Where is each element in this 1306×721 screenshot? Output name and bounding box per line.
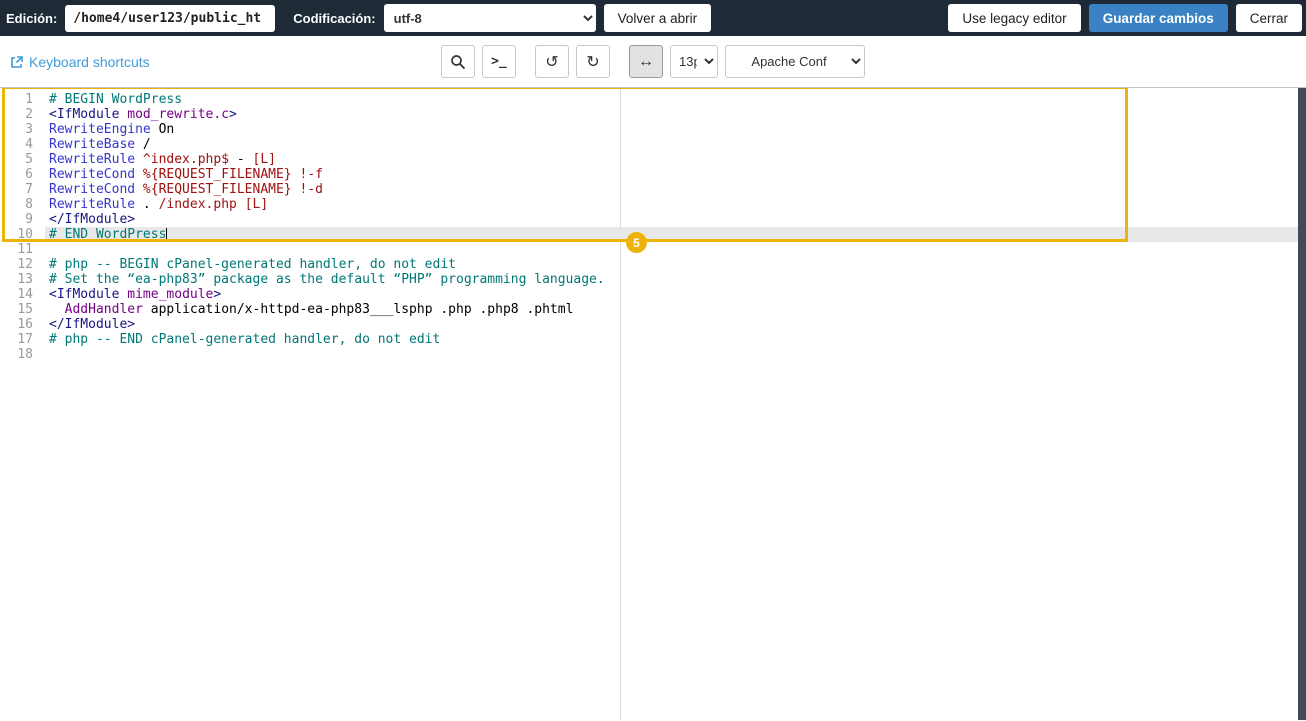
line-code: <IfModule mime_module> <box>49 287 222 302</box>
close-button[interactable]: Cerrar <box>1235 4 1302 32</box>
terminal-button[interactable]: >_ <box>482 45 516 78</box>
editor-line[interactable]: 6 RewriteCond %{REQUEST_FILENAME} !-f <box>0 167 1306 182</box>
line-code: RewriteCond %{REQUEST_FILENAME} !-d <box>49 182 323 197</box>
line-number: 3 <box>25 122 33 137</box>
editor-line[interactable]: 17 # php -- END cPanel-generated handler,… <box>0 332 1306 347</box>
editor-line[interactable]: 12 # php -- BEGIN cPanel-generated handle… <box>0 257 1306 272</box>
editor-line[interactable]: 9 </IfModule> <box>0 212 1306 227</box>
line-code: AddHandler application/x-httpd-ea-php83_… <box>64 302 574 317</box>
line-number: 16 <box>17 317 33 332</box>
search-button[interactable] <box>441 45 475 78</box>
line-number: 14 <box>17 287 33 302</box>
encoding-label: Codificación: <box>293 10 376 26</box>
editor-line[interactable]: 8 RewriteRule . /index.php [L] <box>0 197 1306 212</box>
encoding-select[interactable]: utf-8 <box>383 4 596 32</box>
word-wrap-button[interactable]: ↔ <box>629 45 663 78</box>
editor-line[interactable]: 2 <IfModule mod_rewrite.c> <box>0 107 1306 122</box>
line-code: # php -- END cPanel-generated handler, d… <box>49 332 441 347</box>
editor-line[interactable]: 4 RewriteBase / <box>0 137 1306 152</box>
line-number: 5 <box>25 152 33 167</box>
editor-line[interactable]: 13 # Set the “ea-php83” package as the de… <box>0 272 1306 287</box>
editor-scrollbar[interactable] <box>1298 88 1306 720</box>
line-code: <IfModule mod_rewrite.c> <box>49 107 237 122</box>
line-code: RewriteEngine On <box>49 122 175 137</box>
line-code: RewriteRule . /index.php [L] <box>49 197 269 212</box>
line-code: # php -- BEGIN cPanel-generated handler,… <box>49 257 456 272</box>
line-code: RewriteRule ^index.php$ - [L] <box>49 152 276 167</box>
line-number: 8 <box>25 197 33 212</box>
line-number: 15 <box>17 302 33 317</box>
top-header-bar: Edición: Codificación: utf-8 Volver a ab… <box>0 0 1306 36</box>
editor-lines: 1 # BEGIN WordPress 2 <IfModule mod_rewrite… <box>0 88 1306 362</box>
line-code <box>45 347 1298 362</box>
line-number: 9 <box>25 212 33 227</box>
search-icon <box>451 54 466 69</box>
line-code: RewriteCond %{REQUEST_FILENAME} !-f <box>49 167 323 182</box>
line-code: # END WordPress <box>45 227 1298 242</box>
keyboard-shortcuts-link[interactable]: Keyboard shortcuts <box>10 36 150 87</box>
line-code: </IfModule> <box>49 212 136 227</box>
editor-line[interactable]: 18 <box>0 347 1306 362</box>
edit-label: Edición: <box>6 10 58 26</box>
line-number: 12 <box>17 257 33 272</box>
editor-line[interactable]: 10 # END WordPress <box>0 227 1306 242</box>
editor-line[interactable]: 16 </IfModule> <box>0 317 1306 332</box>
font-size-select[interactable]: 13px <box>670 45 718 78</box>
file-path-input[interactable] <box>65 4 276 32</box>
line-number: 6 <box>25 167 33 182</box>
terminal-icon: >_ <box>491 54 507 69</box>
editor-line[interactable]: 3 RewriteEngine On <box>0 122 1306 137</box>
line-number: 17 <box>17 332 33 347</box>
annotation-badge: 5 <box>626 232 647 253</box>
editor-line[interactable]: 11 <box>0 242 1306 257</box>
line-number: 10 <box>17 227 33 242</box>
editor-line[interactable]: 15 AddHandler application/x-httpd-ea-php… <box>0 302 1306 317</box>
editor-line[interactable]: 1 # BEGIN WordPress <box>0 92 1306 107</box>
line-code <box>45 242 1298 257</box>
line-number: 2 <box>25 107 33 122</box>
line-number: 18 <box>17 347 33 362</box>
editor-line[interactable]: 7 RewriteCond %{REQUEST_FILENAME} !-d <box>0 182 1306 197</box>
reopen-button[interactable]: Volver a abrir <box>603 4 712 32</box>
line-number: 11 <box>17 242 33 257</box>
line-number: 1 <box>25 92 33 107</box>
editor-toolbar: Keyboard shortcuts >_ ↺ ↻ ↔ 13px Apache … <box>0 36 1306 88</box>
toolbar-controls: >_ ↺ ↻ ↔ 13px Apache Conf <box>441 45 865 78</box>
syntax-select[interactable]: Apache Conf <box>725 45 865 78</box>
editor-line[interactable]: 5 RewriteRule ^index.php$ - [L] <box>0 152 1306 167</box>
undo-button[interactable]: ↺ <box>535 45 569 78</box>
line-code: RewriteBase / <box>49 137 151 152</box>
text-cursor <box>166 228 168 240</box>
save-button[interactable]: Guardar cambios <box>1088 4 1228 32</box>
line-code: </IfModule> <box>49 317 136 332</box>
legacy-editor-button[interactable]: Use legacy editor <box>948 4 1081 32</box>
line-code: # Set the “ea-php83” package as the defa… <box>49 272 605 287</box>
line-number: 4 <box>25 137 33 152</box>
code-editor[interactable]: 1 # BEGIN WordPress 2 <IfModule mod_rewrite… <box>0 88 1306 720</box>
line-code: # BEGIN WordPress <box>49 92 183 107</box>
redo-icon: ↻ <box>586 53 600 71</box>
redo-button[interactable]: ↻ <box>576 45 610 78</box>
horizontal-arrows-icon: ↔ <box>638 52 654 70</box>
undo-icon: ↺ <box>545 53 559 71</box>
editor-line[interactable]: 14 <IfModule mime_module> <box>0 287 1306 302</box>
keyboard-shortcuts-label: Keyboard shortcuts <box>29 53 150 70</box>
external-link-icon <box>11 55 23 68</box>
line-number: 13 <box>17 272 33 287</box>
line-number: 7 <box>25 182 33 197</box>
